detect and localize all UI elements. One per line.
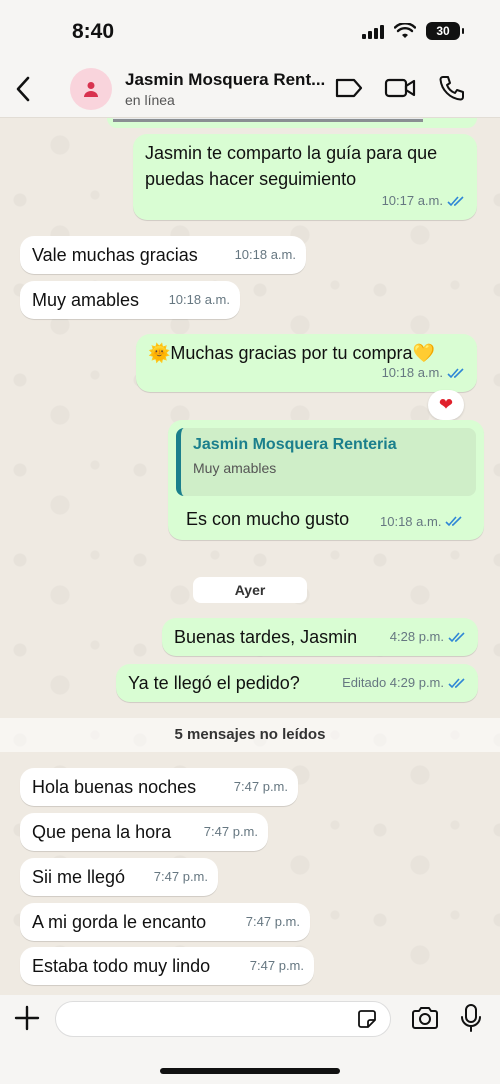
home-indicator [160,1068,340,1074]
message-text: Sii me llegó [32,867,126,887]
message-text: Que pena la hora [32,822,172,842]
label-tag-icon[interactable] [333,74,365,102]
back-arrow-icon[interactable] [12,74,36,104]
quoted-text: Muy amables [193,460,277,476]
message-time: Editado 4:29 p.m. [342,675,444,690]
message-incoming[interactable]: A mi gorda le encanto 7:47 p.m. [20,903,310,941]
message-time: 10:18 a.m. [234,247,296,262]
message-incoming[interactable]: Que pena la hora 7:47 p.m. [20,813,268,851]
message-text: Muy amables [32,290,140,310]
battery-icon: 30 [426,22,464,40]
message-input[interactable] [55,1001,391,1037]
message-text: Buenas tardes, Jasmin [174,627,358,647]
message-time: 4:28 p.m. [389,629,444,644]
chat-header: Jasmin Mosquera Rent... en línea [0,62,500,118]
avatar[interactable] [70,68,112,110]
status-bar: 8:40 30 [0,0,500,62]
message-composer [0,995,500,1084]
message-time: 7:47 p.m. [249,958,304,973]
status-time: 8:40 [72,20,115,43]
message-time: 7:47 p.m. [153,869,208,884]
message-incoming[interactable]: Estaba todo muy lindo 7:47 p.m. [20,947,314,985]
message-text: Jasmin te comparto la guía para que pued… [145,143,438,189]
message-meta: 4:28 p.m. [390,624,466,650]
message-text: A mi gorda le encanto [32,912,207,932]
message-incoming[interactable]: Sii me llegó 7:47 p.m. [20,858,218,896]
message-meta: Editado 4:29 p.m. [342,670,466,696]
quoted-message[interactable]: Jasmin Mosquera Renteria Muy amables [176,428,476,496]
read-receipt-icon [447,367,464,378]
message-time: 7:47 p.m. [233,779,288,794]
message-text: Estaba todo muy lindo [32,956,211,976]
message-outgoing[interactable]: Ya te llegó el pedido? Editado 4:29 p.m. [116,664,478,702]
message-text: Hola buenas noches [32,777,197,797]
message-text: Ya te llegó el pedido? [128,673,300,693]
message-meta: 10:17 a.m. [382,188,465,214]
wifi-icon [394,23,416,38]
signal-icon [362,23,384,39]
message-time: 10:18 a.m. [380,514,442,529]
read-receipt-icon [445,516,463,527]
status-icons: 30 [362,22,464,40]
video-call-icon[interactable] [384,74,416,102]
message-time: 10:17 a.m. [381,193,443,208]
contact-status: en línea [125,92,175,108]
message-time: 10:18 a.m. [381,365,443,380]
heart-reaction-icon[interactable]: ❤ [428,390,464,420]
message-text: Es con mucho gusto [186,509,350,529]
read-receipt-icon [447,195,464,206]
camera-icon[interactable] [410,1005,440,1031]
message-incoming[interactable]: Muy amables 10:18 a.m. [20,281,240,319]
phone-call-icon[interactable] [436,74,468,102]
message-time: 7:47 p.m. [203,824,258,839]
plus-icon[interactable] [14,1005,40,1031]
message-incoming[interactable]: Vale muchas gracias 10:18 a.m. [20,236,306,274]
message-time: 10:18 a.m. [168,292,230,307]
person-icon [84,82,98,97]
message-outgoing[interactable]: Jasmin te comparto la guía para que pued… [133,134,477,220]
message-meta: 10:18 a.m. [382,360,465,386]
date-separator: Ayer [193,577,307,603]
message-outgoing[interactable]: Buenas tardes, Jasmin 4:28 p.m. [162,618,478,656]
read-receipt-icon [448,677,465,688]
sticker-icon[interactable] [356,1008,378,1030]
contact-name[interactable]: Jasmin Mosquera Rent... [125,70,325,90]
message-text: Vale muchas gracias [32,245,198,265]
microphone-icon[interactable] [460,1003,482,1033]
message-meta: 10:18 a.m. [380,514,463,529]
message-incoming[interactable]: Hola buenas noches 7:47 p.m. [20,768,298,806]
message-outgoing[interactable]: 🌞Muchas gracias por tu compra💛 10:18 a.m… [136,334,477,392]
unread-messages-banner: 5 mensajes no leídos [0,718,500,752]
quoted-author: Jasmin Mosquera Renteria [193,436,397,453]
message-time: 7:47 p.m. [245,914,300,929]
read-receipt-icon [448,631,465,642]
